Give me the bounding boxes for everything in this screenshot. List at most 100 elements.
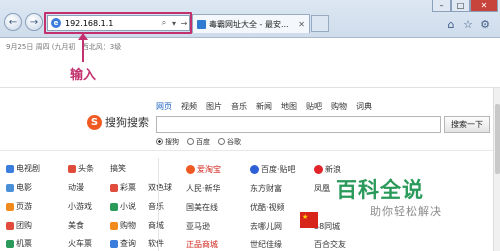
query-icon <box>110 239 118 248</box>
address-highlight-box <box>44 12 192 34</box>
annotation-arrow <box>82 36 84 62</box>
maximize-button[interactable]: □ <box>451 0 470 12</box>
news-icon <box>68 164 76 173</box>
tv-icon <box>6 164 14 173</box>
category-lottery[interactable]: 彩票 <box>110 182 148 193</box>
search-nav-tieba[interactable]: 贴吧 <box>306 101 322 112</box>
category-row: 页游 小游戏 小说 音乐 <box>6 201 164 212</box>
category-query[interactable]: 查询 <box>110 238 148 249</box>
category-label: 电影 <box>16 183 32 192</box>
category-movie[interactable]: 电影 <box>6 182 68 193</box>
search-nav: 网页 视频 图片 音乐 新闻 地图 贴吧 购物 词典 <box>156 101 372 112</box>
site-row: 正品商城 世纪佳缘 百合交友 <box>186 239 378 250</box>
category-label: 机票 <box>16 239 32 248</box>
browser-toolbar: – □ ✕ ← → e 192.168.1.1 ⌕ ▾ → 毒霸网址大全 - 最… <box>0 0 500 38</box>
site-link[interactable]: 58同城 <box>314 221 378 232</box>
category-music[interactable]: 音乐 <box>148 201 164 212</box>
search-button[interactable]: 搜索一下 <box>444 116 490 133</box>
search-nav-dictionary[interactable]: 词典 <box>356 101 372 112</box>
category-shopping[interactable]: 购物 <box>110 220 148 231</box>
category-food[interactable]: 美食 <box>68 220 110 231</box>
date-weather-line: 9月25日 周四 (九月初 西北风：3级 <box>6 42 125 52</box>
category-label: 电视剧 <box>16 164 40 173</box>
tab-title: 毒霸网址大全 - 最安... <box>209 19 289 29</box>
baidu-paw-icon <box>250 165 259 174</box>
china-flag-icon <box>300 212 318 228</box>
radio-icon <box>187 138 194 145</box>
search-nav-shopping[interactable]: 购物 <box>331 101 347 112</box>
scrollbar-thumb[interactable] <box>495 104 500 174</box>
home-icon[interactable]: ⌂ <box>444 18 458 32</box>
watermark-subtitle: 助你轻松解决 <box>370 205 442 218</box>
site-link[interactable]: 东方财富 <box>250 183 314 194</box>
favorites-star-icon[interactable]: ☆ <box>461 18 475 32</box>
category-tv[interactable]: 电视剧 <box>6 163 68 174</box>
site-link[interactable]: 国美在线 <box>186 202 250 213</box>
engine-option-baidu[interactable]: 百度 <box>187 137 210 147</box>
category-headlines[interactable]: 头条 <box>68 163 110 174</box>
sogou-logo[interactable]: S 搜狗搜索 <box>87 114 149 130</box>
category-label: 查询 <box>120 239 136 248</box>
browser-tab[interactable]: 毒霸网址大全 - 最安... ✕ <box>192 14 310 33</box>
new-tab-button[interactable] <box>311 15 329 32</box>
site-taobao[interactable]: 爱淘宝 <box>186 164 250 175</box>
search-nav-images[interactable]: 图片 <box>206 101 222 112</box>
site-link[interactable]: 百合交友 <box>314 239 378 250</box>
search-nav-map[interactable]: 地图 <box>281 101 297 112</box>
site-label: 百度·贴吧 <box>261 165 296 174</box>
settings-gear-icon[interactable]: ⚙ <box>478 18 492 32</box>
cart-icon <box>110 221 118 230</box>
site-link[interactable]: 人民·新华 <box>186 183 250 194</box>
divider <box>0 87 500 88</box>
category-label: 彩票 <box>120 183 136 192</box>
search-nav-news[interactable]: 新闻 <box>256 101 272 112</box>
engine-option-sogou[interactable]: 搜狗 <box>156 137 179 147</box>
radio-selected-icon <box>156 138 163 145</box>
radio-icon <box>218 138 225 145</box>
weather-text: 西北风：3级 <box>81 43 122 51</box>
tab-close-icon[interactable]: ✕ <box>298 20 305 29</box>
site-link[interactable]: 亚马逊 <box>186 221 250 232</box>
category-groupbuy[interactable]: 团购 <box>6 220 68 231</box>
category-row: 电影 动漫 彩票 双色球 <box>6 182 172 193</box>
category-row: 电视剧 头条 搞笑 <box>6 163 126 174</box>
back-arrow-icon: ← <box>8 16 18 28</box>
category-label: 页游 <box>16 202 32 211</box>
watermark-title: 百科全说 <box>336 178 424 202</box>
forward-button[interactable]: → <box>25 13 43 31</box>
site-row: 亚马逊 去哪儿网 58同城 <box>186 221 378 232</box>
category-funny[interactable]: 搞笑 <box>110 163 126 174</box>
category-label: 头条 <box>78 164 94 173</box>
category-flight[interactable]: 机票 <box>6 238 68 249</box>
back-button[interactable]: ← <box>4 13 22 31</box>
search-input[interactable] <box>156 116 441 133</box>
plane-icon <box>6 239 14 248</box>
category-novel[interactable]: 小说 <box>110 201 148 212</box>
close-window-button[interactable]: ✕ <box>470 0 498 12</box>
minimize-button[interactable]: – <box>432 0 451 12</box>
category-train[interactable]: 火车票 <box>68 238 110 249</box>
search-nav-video[interactable]: 视频 <box>181 101 197 112</box>
vertical-scrollbar[interactable] <box>493 88 500 251</box>
category-row: 机票 火车票 查询 软件 <box>6 238 164 249</box>
lottery-icon <box>110 183 118 192</box>
category-row: 团购 美食 购物 商城 <box>6 220 164 231</box>
category-mall[interactable]: 商城 <box>148 220 164 231</box>
category-anime[interactable]: 动漫 <box>68 182 110 193</box>
site-link[interactable]: 世纪佳缘 <box>250 239 314 250</box>
forward-arrow-icon: → <box>29 16 39 28</box>
weibo-icon <box>314 165 323 174</box>
engine-label: 谷歌 <box>227 138 241 146</box>
search-nav-web[interactable]: 网页 <box>156 101 172 112</box>
site-link[interactable]: 正品商城 <box>186 239 250 250</box>
engine-option-google[interactable]: 谷歌 <box>218 137 241 147</box>
date-text: 9月25日 周四 (九月初 <box>6 43 76 51</box>
tab-favicon <box>197 19 206 29</box>
category-minigame[interactable]: 小游戏 <box>68 201 110 212</box>
search-nav-music[interactable]: 音乐 <box>231 101 247 112</box>
category-software[interactable]: 软件 <box>148 238 164 249</box>
site-baidu[interactable]: 百度·贴吧 <box>250 164 314 175</box>
category-webgame[interactable]: 页游 <box>6 201 68 212</box>
category-double-color-ball[interactable]: 双色球 <box>148 182 172 193</box>
sogou-logo-icon: S <box>87 114 102 130</box>
